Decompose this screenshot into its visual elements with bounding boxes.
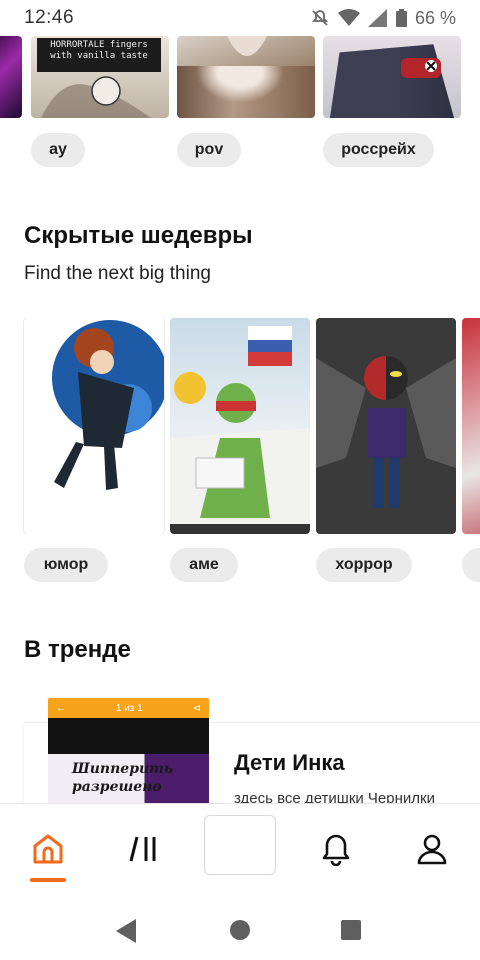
mute-icon <box>310 8 330 28</box>
battery-icon <box>395 9 407 27</box>
wifi-icon <box>337 9 360 27</box>
section-title: Скрытые шедевры <box>24 222 253 249</box>
battery-level: 66 % <box>414 7 456 28</box>
nav-notifications[interactable] <box>288 804 384 894</box>
trending-story-thumb[interactable]: ← 1 из 1 ⊲ Шипперить разрешено <box>48 698 209 818</box>
section-subtitle: Find the next big thing <box>24 263 211 284</box>
story-thumb[interactable] <box>170 318 310 534</box>
thumb-page-counter: 1 из 1 <box>115 702 143 714</box>
tag-chip[interactable]: юмор <box>24 548 108 582</box>
write-button-frame <box>204 815 276 875</box>
thumb-toolbar: ← 1 из 1 ⊲ <box>48 698 209 718</box>
story-title[interactable]: Дети Инка <box>234 750 345 776</box>
story-thumb[interactable] <box>316 318 456 534</box>
thumb-caption: Шипперить разрешено <box>72 761 174 795</box>
tag-chip-partial[interactable] <box>462 548 480 582</box>
tag-chip[interactable]: аме <box>170 548 238 582</box>
story-description: здесь все детишки Чернилки <box>234 790 435 804</box>
status-time: 12:46 <box>24 7 75 28</box>
story-thumb[interactable]: HORRORTALE fingers with vanilla taste <box>31 36 169 118</box>
back-icon[interactable] <box>114 918 138 949</box>
hidden-gems-carousel[interactable] <box>0 318 480 534</box>
story-thumb[interactable] <box>323 36 461 118</box>
status-icons: 66 % <box>310 8 456 29</box>
home-icon <box>31 832 65 866</box>
status-bar: 12:46 66 % <box>0 0 480 36</box>
back-arrow-icon: ← <box>56 702 66 714</box>
home-circle-icon[interactable] <box>229 919 251 946</box>
active-tab-indicator <box>30 878 66 882</box>
system-navigation <box>0 900 480 960</box>
story-thumb[interactable] <box>24 318 164 534</box>
notifications-icon <box>319 832 353 866</box>
library-icon <box>127 834 161 864</box>
signal-icon <box>367 9 388 27</box>
tag-chip[interactable]: хоррор <box>316 548 412 582</box>
story-thumb[interactable] <box>177 36 315 118</box>
tag-chip[interactable]: россрейх <box>323 133 434 167</box>
nav-profile[interactable] <box>384 804 480 894</box>
nav-library[interactable] <box>96 804 192 894</box>
story-thumb[interactable] <box>0 36 22 118</box>
story-row-top: HORRORTALE fingers with vanilla taste <box>0 36 480 120</box>
section-title: В тренде <box>24 636 131 663</box>
profile-icon <box>415 832 449 866</box>
recents-icon[interactable] <box>340 919 362 946</box>
tag-chip[interactable]: pov <box>177 133 241 167</box>
story-thumb[interactable] <box>462 318 480 534</box>
share-icon: ⊲ <box>192 702 201 714</box>
tag-chip[interactable]: ау <box>31 133 85 167</box>
